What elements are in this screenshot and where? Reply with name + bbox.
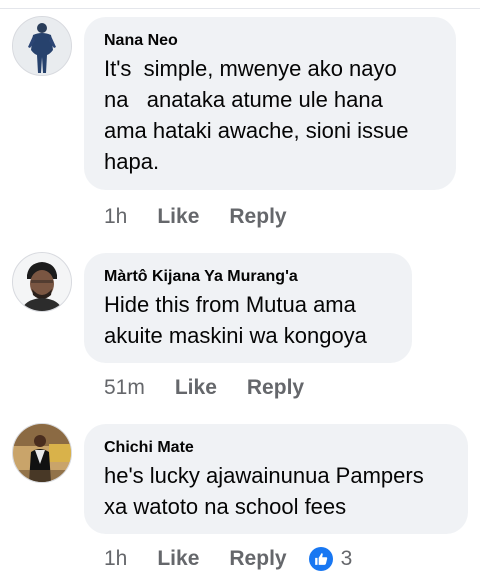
- comment-timestamp[interactable]: 1h: [104, 547, 127, 571]
- comment-author[interactable]: Nana Neo: [104, 31, 438, 51]
- reply-button[interactable]: Reply: [229, 547, 286, 571]
- avatar[interactable]: [12, 423, 72, 483]
- like-button[interactable]: Like: [157, 547, 199, 571]
- comment-author[interactable]: Chichi Mate: [104, 438, 450, 458]
- comment-actions: 1h Like Reply: [104, 202, 287, 232]
- comment-text: he's lucky ajawainunua Pampers xa watoto…: [104, 463, 424, 519]
- like-button[interactable]: Like: [175, 376, 217, 400]
- reply-button[interactable]: Reply: [229, 205, 286, 229]
- reply-button[interactable]: Reply: [247, 376, 304, 400]
- like-icon: [308, 547, 333, 571]
- comment-bubble: Chichi Mate he's lucky ajawainunua Pampe…: [84, 424, 468, 534]
- comment-author[interactable]: Màrtô Kijana Ya Murang'a: [104, 267, 394, 287]
- comment-text: Hide this from Mutua ama akuite maskini …: [104, 292, 367, 348]
- comment-timestamp[interactable]: 51m: [104, 376, 145, 400]
- avatar[interactable]: [12, 16, 72, 76]
- reaction-count: 3: [340, 547, 353, 570]
- reaction-summary[interactable]: 3: [308, 547, 353, 571]
- top-divider: [0, 0, 480, 9]
- comment-bubble: Màrtô Kijana Ya Murang'a Hide this from …: [84, 253, 412, 363]
- comment-actions: 1h Like Reply 3: [104, 544, 352, 574]
- like-button[interactable]: Like: [157, 205, 199, 229]
- comment-text: It's simple, mwenye ako nayo na anataka …: [104, 56, 409, 174]
- comment-bubble: Nana Neo It's simple, mwenye ako nayo na…: [84, 17, 456, 190]
- comment-timestamp[interactable]: 1h: [104, 205, 127, 229]
- avatar[interactable]: [12, 252, 72, 312]
- comment-actions: 51m Like Reply: [104, 373, 304, 403]
